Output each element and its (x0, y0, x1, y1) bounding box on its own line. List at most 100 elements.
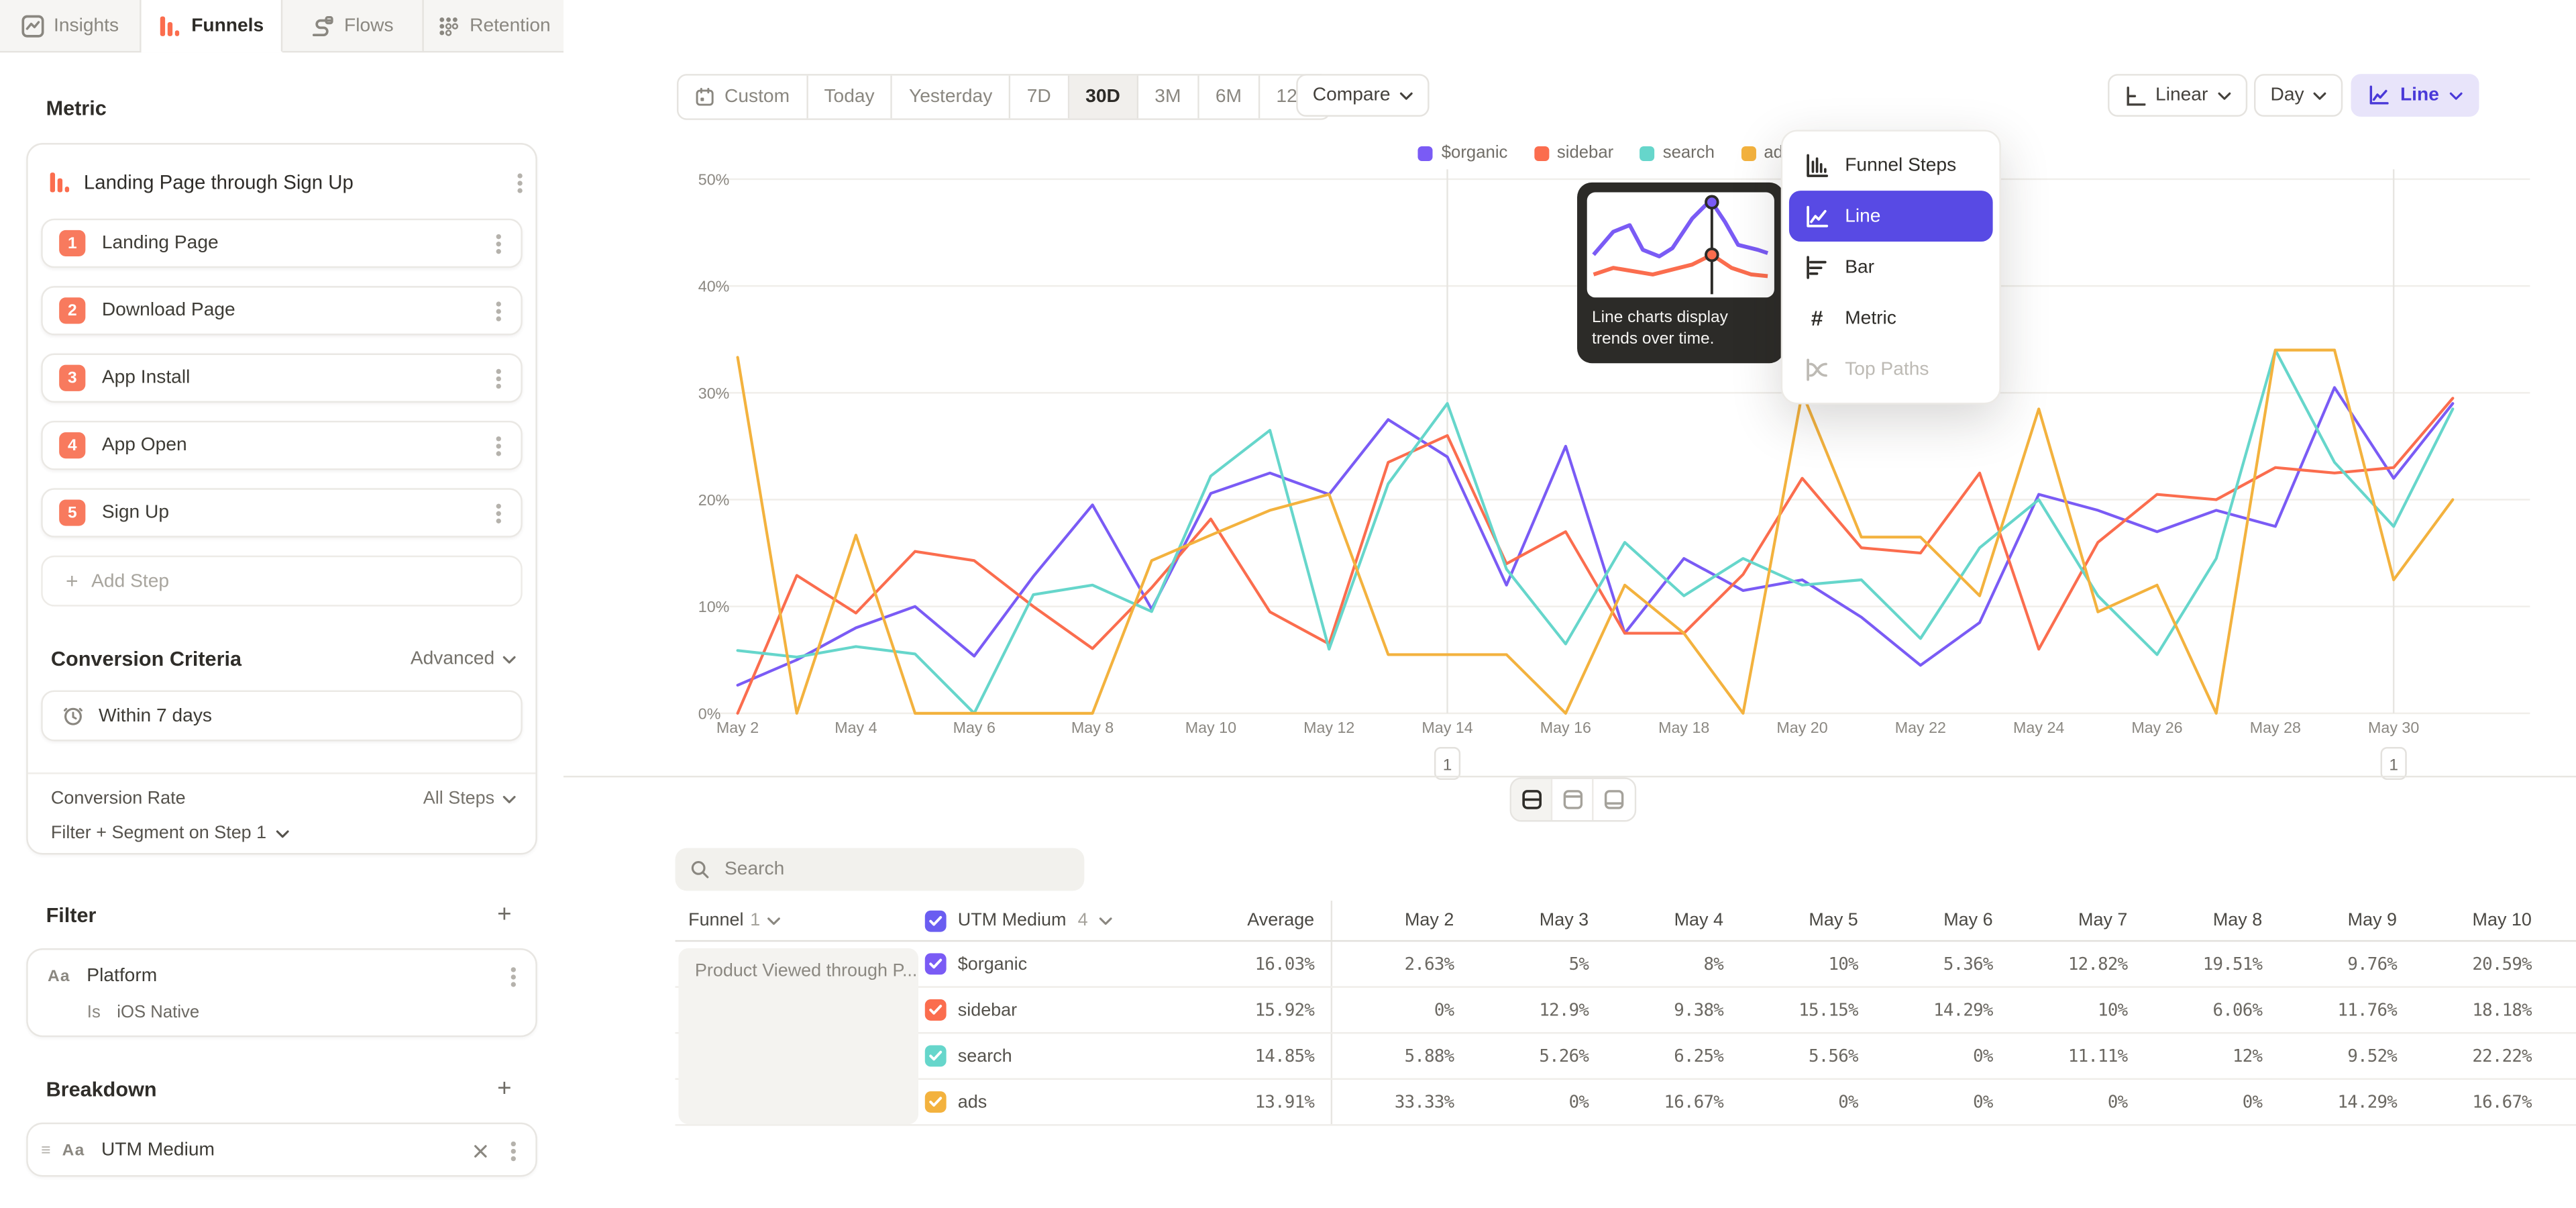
tab-label: Insights (54, 15, 119, 35)
funnel-title-row[interactable]: Landing Page through Sign Up (48, 161, 523, 204)
kebab-menu-icon[interactable] (496, 241, 501, 246)
funnel-steps-icon (1804, 152, 1830, 179)
menu-item-label: Metric (1845, 308, 1896, 328)
step-number-badge: 2 (59, 297, 85, 323)
date-column-header[interactable]: May 2 (1332, 911, 1467, 930)
date-range-today[interactable]: Today (808, 76, 893, 119)
date-column-header[interactable]: May 3 (1467, 911, 1602, 930)
funnel-column-header[interactable]: Funnel 1 (676, 911, 922, 930)
step-number-badge: 3 (59, 365, 85, 391)
search-input[interactable] (721, 858, 1069, 880)
segment-name: sidebar (958, 1000, 1017, 1019)
kebab-menu-icon[interactable] (517, 180, 522, 185)
average-label: Average (1247, 911, 1314, 930)
segment-cell[interactable]: search (922, 1046, 1152, 1067)
tab-retention[interactable]: Retention (424, 0, 564, 51)
series-organic[interactable] (738, 387, 2453, 685)
series-search[interactable] (738, 350, 2453, 713)
granularity-dropdown[interactable]: Day (2254, 74, 2343, 117)
cell-value: 15.15% (1737, 1000, 1872, 1019)
advanced-dropdown[interactable]: Advanced (411, 649, 516, 668)
segment-name: ads (958, 1092, 987, 1111)
kebab-menu-icon[interactable] (511, 1148, 516, 1153)
line-chart-icon (1804, 203, 1830, 229)
menu-item-metric[interactable]: # Metric (1782, 293, 1999, 344)
select-all-checkbox[interactable] (925, 910, 947, 932)
y-axis-label: 20% (698, 491, 730, 509)
kebab-menu-icon[interactable] (496, 308, 501, 313)
x-axis-label: May 30 (2368, 719, 2419, 736)
kebab-menu-icon[interactable] (496, 443, 501, 448)
date-column-header[interactable]: May 8 (2141, 911, 2275, 930)
funnel-step-row[interactable]: 2 Download Page (41, 286, 523, 335)
average-column-header[interactable]: Average (1152, 901, 1332, 940)
metric-card: Landing Page through Sign Up 1 Landing P… (26, 143, 537, 854)
funnel-step-row[interactable]: 4 App Open (41, 421, 523, 470)
menu-item-bar[interactable]: Bar (1782, 242, 1999, 293)
menu-item-funnel-steps[interactable]: Funnel Steps (1782, 140, 1999, 191)
breakdown-column-header[interactable]: UTM Medium 4 (922, 910, 1152, 932)
date-column-header[interactable]: May 4 (1602, 911, 1737, 930)
date-range-7d[interactable]: 7D (1010, 76, 1069, 119)
add-step-button[interactable]: + Add Step (41, 556, 523, 607)
segment-checkbox[interactable] (925, 999, 947, 1021)
filter-property-row[interactable]: Aa Platform (48, 958, 516, 995)
funnel-step-row[interactable]: 5 Sign Up (41, 488, 523, 537)
conversion-rate-dropdown[interactable]: All Steps (423, 789, 516, 809)
tab-funnels[interactable]: Funnels (142, 0, 283, 52)
tab-flows[interactable]: Flows (282, 0, 424, 51)
cell-value: 5% (1467, 954, 1602, 974)
date-column-header[interactable]: May 9 (2275, 911, 2410, 930)
layout-panel-bottom-button[interactable] (1594, 779, 1635, 820)
funnel-title: Landing Page through Sign Up (84, 171, 518, 194)
remove-breakdown-icon[interactable] (473, 1143, 488, 1158)
series-ads[interactable] (738, 350, 2453, 713)
layout-header-top-button[interactable] (1552, 779, 1593, 820)
y-axis-label: 40% (698, 278, 730, 295)
date-column-header[interactable]: May 7 (2006, 911, 2141, 930)
segment-checkbox[interactable] (925, 953, 947, 974)
segment-cell[interactable]: $organic (922, 953, 1152, 974)
funnel-name-cell[interactable]: Product Viewed through P... (678, 948, 918, 1124)
date-column-header[interactable]: May 6 (1871, 911, 2006, 930)
left-column: Insights Funnels Flows Retention Metric (0, 0, 565, 1208)
top-paths-icon (1804, 356, 1830, 382)
filter-segment-dropdown[interactable]: Filter + Segment on Step 1 (51, 823, 290, 843)
conversion-window-row[interactable]: Within 7 days (41, 691, 523, 742)
filter-property: Platform (87, 966, 511, 986)
kebab-menu-icon[interactable] (496, 510, 501, 515)
cell-value: 6.25% (1602, 1046, 1737, 1066)
add-filter-button[interactable]: + (491, 902, 517, 928)
date-range-yesterday[interactable]: Yesterday (893, 76, 1011, 119)
filter-card: Aa Platform Is iOS Native (26, 948, 537, 1037)
drag-handle-icon[interactable]: ≡ (41, 1142, 50, 1160)
compare-button[interactable]: Compare (1296, 74, 1430, 117)
segment-checkbox[interactable] (925, 1091, 947, 1113)
scale-dropdown[interactable]: Linear (2108, 74, 2247, 117)
funnel-step-row[interactable]: 3 App Install (41, 354, 523, 403)
kebab-menu-icon[interactable] (511, 974, 516, 978)
funnel-step-row[interactable]: 1 Landing Page (41, 219, 523, 268)
segment-cell[interactable]: ads (922, 1091, 1152, 1113)
add-breakdown-button[interactable]: + (491, 1076, 517, 1103)
chart-type-dropdown[interactable]: Line (2351, 74, 2478, 117)
tab-insights[interactable]: Insights (0, 0, 142, 51)
kebab-menu-icon[interactable] (496, 376, 501, 381)
breakdown-property-row[interactable]: ≡ Aa UTM Medium (41, 1129, 516, 1172)
menu-item-label: Bar (1845, 257, 1874, 276)
date-range-custom[interactable]: Custom (678, 76, 808, 119)
layout-header-top-icon (1562, 789, 1583, 811)
filter-condition-row[interactable]: Is iOS Native (87, 998, 516, 1027)
date-column-header[interactable]: May 10 (2410, 911, 2545, 930)
layout-split-horizontal-button[interactable] (1511, 779, 1552, 820)
cell-value: 5.56% (1737, 1046, 1872, 1066)
segment-checkbox[interactable] (925, 1046, 947, 1067)
date-range-3m[interactable]: 3M (1138, 76, 1199, 119)
step-label: App Install (102, 368, 496, 388)
menu-item-line[interactable]: Line (1789, 191, 1993, 242)
date-range-6m[interactable]: 6M (1199, 76, 1260, 119)
date-range-30d[interactable]: 30D (1069, 76, 1138, 119)
menu-item-label: Top Paths (1845, 359, 1929, 379)
segment-cell[interactable]: sidebar (922, 999, 1152, 1021)
date-column-header[interactable]: May 5 (1737, 911, 1872, 930)
